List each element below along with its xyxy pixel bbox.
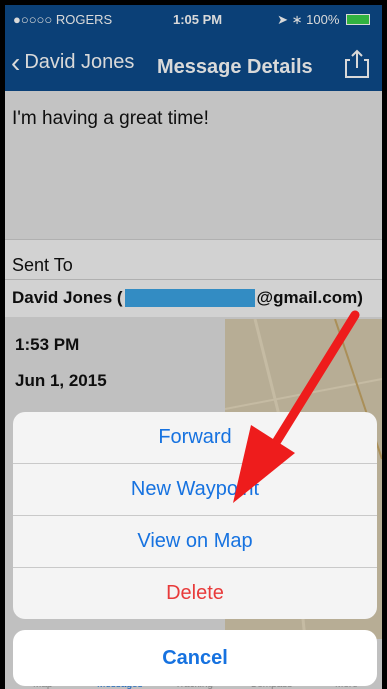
forward-button[interactable]: Forward <box>13 412 377 463</box>
phone-screen: ●○○○○ ROGERS 1:05 PM ➤ ∗ 100% ‹ David Jo… <box>5 5 382 689</box>
delete-button[interactable]: Delete <box>13 568 377 619</box>
view-on-map-button[interactable]: View on Map <box>13 516 377 567</box>
action-sheet: Forward New Waypoint View on Map Delete <box>13 412 377 619</box>
new-waypoint-button[interactable]: New Waypoint <box>13 464 377 515</box>
cancel-button[interactable]: Cancel <box>13 630 377 686</box>
